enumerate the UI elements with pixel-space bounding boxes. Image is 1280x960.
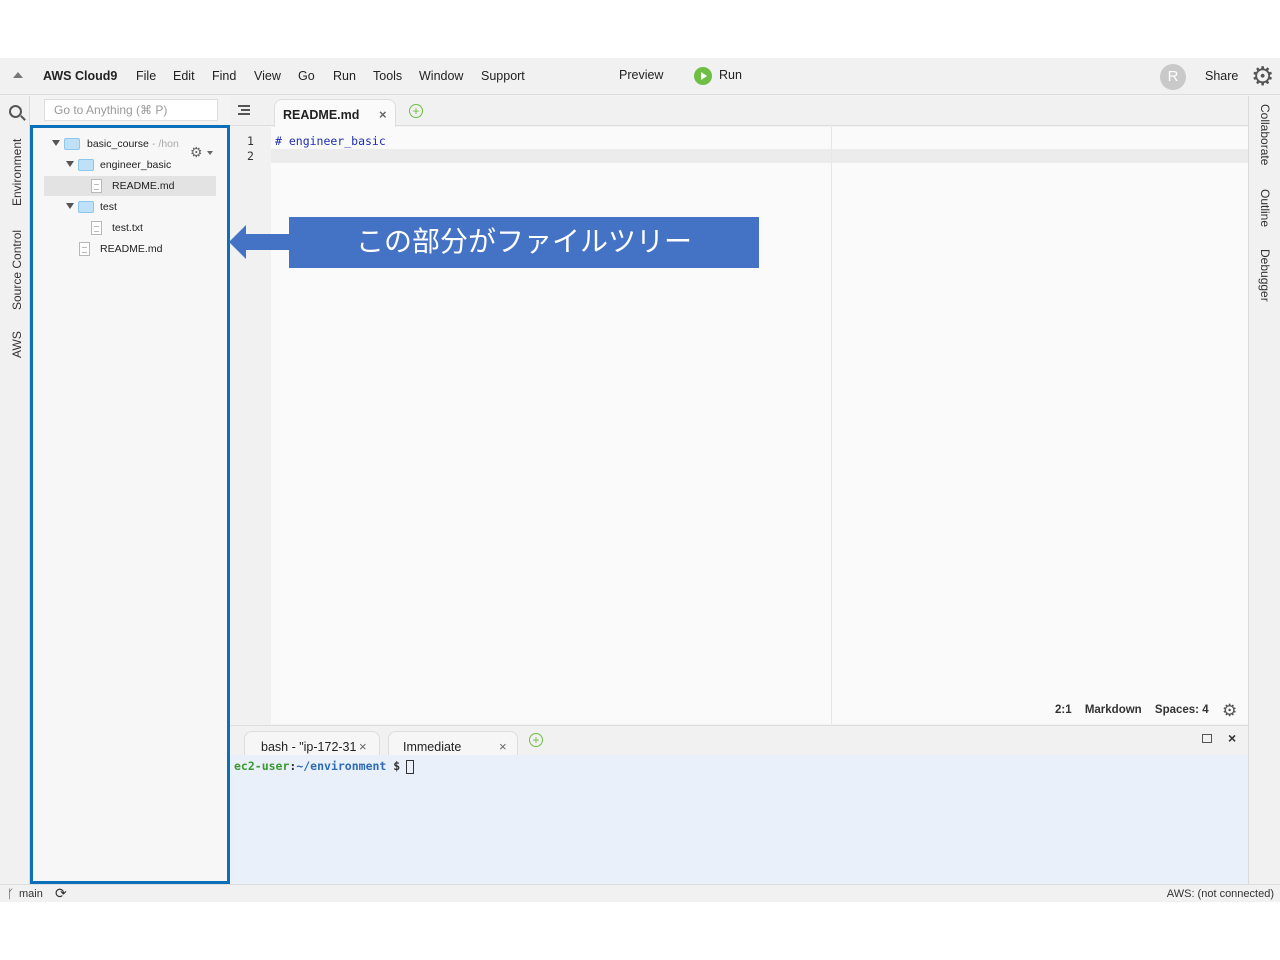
line-number: 1 — [247, 134, 254, 148]
menu-go[interactable]: Go — [298, 69, 315, 83]
callout-label: この部分がファイルツリー — [289, 217, 759, 268]
cloud9-ide-window: AWS Cloud9 File Edit Find View Go Run To… — [0, 58, 1280, 902]
expand-arrow-icon[interactable] — [66, 161, 74, 167]
tab-debugger[interactable]: Debugger — [1258, 249, 1272, 302]
prompt-path: ~/environment — [296, 759, 387, 773]
menu-edit[interactable]: Edit — [173, 69, 195, 83]
file-tree: basic_course - /hon ⚙ engineer_basic REA… — [33, 128, 227, 884]
language-mode[interactable]: Markdown — [1085, 704, 1142, 716]
editor-settings-gear-icon[interactable]: ⚙ — [1222, 701, 1237, 721]
tree-item-label: engineer_basic — [100, 159, 172, 171]
menu-bar: AWS Cloud9 File Edit Find View Go Run To… — [0, 58, 1280, 95]
go-to-anything-input[interactable]: Go to Anything (⌘ P) — [44, 99, 218, 121]
print-margin — [831, 127, 832, 724]
editor-tab-strip: README.md × + — [230, 96, 1248, 127]
tab-aws[interactable]: AWS — [10, 331, 24, 358]
folder-icon — [78, 159, 94, 171]
folder-icon — [78, 201, 94, 213]
terminal-cursor — [406, 759, 415, 774]
file-icon — [79, 242, 90, 256]
close-panel-icon[interactable]: × — [1228, 730, 1236, 746]
terminal-body[interactable]: ec2-user:~/environment $ — [230, 755, 1248, 884]
menu-window[interactable]: Window — [419, 69, 463, 83]
aws-connection-status[interactable]: AWS: (not connected) — [1167, 888, 1274, 900]
tree-root-path-hint: - /hon — [152, 138, 179, 150]
menu-view[interactable]: View — [254, 69, 281, 83]
folder-icon — [64, 138, 80, 150]
menu-find[interactable]: Find — [212, 69, 236, 83]
left-side-bar: Environment Source Control AWS — [0, 96, 30, 884]
tree-folder-row[interactable]: test — [33, 197, 227, 217]
git-branch-icon: ᚴ — [7, 887, 15, 901]
file-icon — [91, 179, 102, 193]
run-button[interactable]: Run — [719, 68, 742, 82]
menu-run[interactable]: Run — [333, 69, 356, 83]
collapse-menu-icon[interactable] — [13, 72, 23, 78]
tree-item-label: README.md — [112, 180, 175, 192]
file-icon — [91, 221, 102, 235]
callout-arrow-shaft — [245, 234, 291, 250]
tab-collaborate[interactable]: Collaborate — [1258, 104, 1272, 165]
share-button[interactable]: Share — [1205, 69, 1238, 83]
expand-arrow-icon[interactable] — [66, 203, 74, 209]
indent-setting[interactable]: Spaces: 4 — [1155, 704, 1209, 716]
branch-name[interactable]: main — [19, 888, 43, 900]
active-line-highlight — [271, 149, 1248, 163]
user-avatar[interactable]: R — [1160, 64, 1186, 90]
menu-support[interactable]: Support — [481, 69, 525, 83]
close-icon[interactable]: × — [379, 107, 387, 122]
callout-arrow-head — [229, 225, 246, 259]
tree-file-row[interactable]: README.md — [33, 239, 227, 259]
line-number: 2 — [247, 149, 254, 163]
tab-outline[interactable]: Outline — [1258, 189, 1272, 227]
menu-tools[interactable]: Tools — [373, 69, 402, 83]
search-icon[interactable] — [9, 105, 22, 118]
tab-label: Immediate — [403, 740, 462, 754]
code-line: # engineer_basic — [275, 134, 386, 148]
tree-folder-row[interactable]: engineer_basic — [33, 155, 227, 175]
tree-file-row-selected[interactable]: README.md — [44, 176, 216, 196]
editor-status: 2:1 Markdown Spaces: 4 — [1055, 704, 1209, 716]
line-number-gutter: 1 2 — [230, 127, 271, 724]
expand-arrow-icon[interactable] — [52, 140, 60, 146]
tree-file-row[interactable]: test.txt — [33, 218, 227, 238]
tab-source-control[interactable]: Source Control — [10, 230, 24, 310]
sync-icon[interactable]: ⟳ — [55, 885, 67, 902]
tab-readme[interactable]: README.md × — [274, 99, 396, 127]
preview-button[interactable]: Preview — [619, 68, 663, 82]
tab-label: bash - "ip-172-31 — [261, 740, 357, 754]
run-play-icon[interactable] — [694, 67, 712, 85]
cursor-position[interactable]: 2:1 — [1055, 704, 1072, 716]
terminal-prompt: ec2-user:~/environment $ — [234, 759, 415, 774]
terminal-tab-strip: bash - "ip-172-31 × Immediate × + × — [230, 725, 1248, 759]
add-tab-icon[interactable]: + — [409, 104, 423, 118]
add-terminal-icon[interactable]: + — [529, 733, 543, 747]
prompt-user: ec2-user — [234, 759, 290, 773]
tree-item-label: README.md — [100, 243, 163, 255]
tab-label: README.md — [283, 108, 360, 122]
tree-item-label: test — [100, 201, 117, 213]
settings-gear-icon[interactable]: ⚙ — [1251, 63, 1274, 89]
float-window-icon[interactable] — [1202, 734, 1212, 743]
close-icon[interactable]: × — [499, 739, 507, 754]
tabs-menu-icon[interactable] — [238, 105, 250, 115]
right-side-bar: Collaborate Outline Debugger — [1248, 96, 1280, 884]
app-brand-menu[interactable]: AWS Cloud9 — [43, 69, 117, 83]
menu-file[interactable]: File — [136, 69, 156, 83]
tree-root-name: basic_course — [87, 138, 149, 150]
close-icon[interactable]: × — [359, 739, 367, 754]
bottom-status-bar: ᚴ main ⟳ AWS: (not connected) — [0, 884, 1280, 902]
tree-item-label: test.txt — [112, 222, 143, 234]
tree-root-row[interactable]: basic_course - /hon ⚙ — [33, 134, 227, 160]
tab-environment[interactable]: Environment — [10, 139, 24, 206]
prompt-dollar: $ — [393, 759, 401, 773]
